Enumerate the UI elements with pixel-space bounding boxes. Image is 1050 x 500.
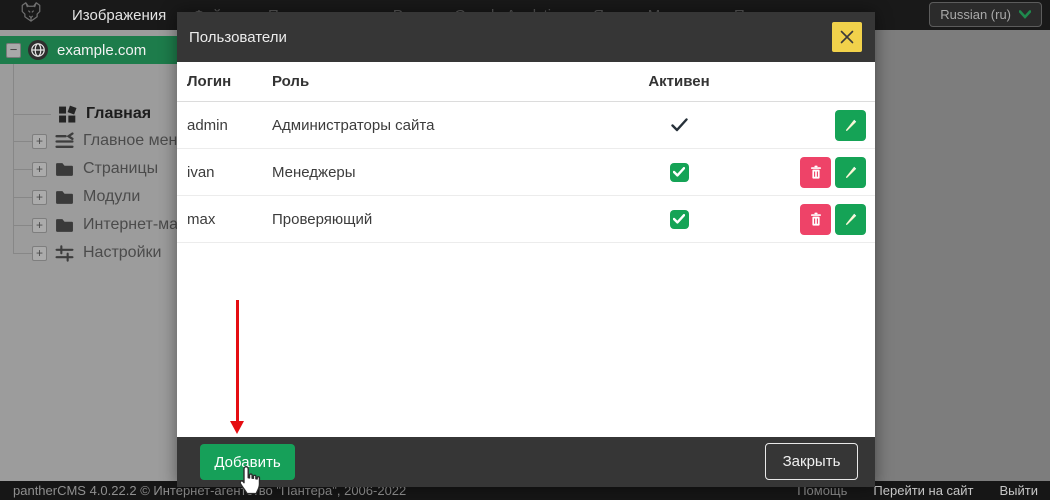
table-row: ivan Менеджеры	[177, 149, 875, 196]
site-name: example.com	[57, 41, 147, 59]
modal-header: Пользователи	[177, 12, 875, 62]
collapse-toggle[interactable]: −	[6, 42, 21, 58]
login-cell: ivan	[187, 163, 215, 181]
tree-item-label: Страницы	[83, 160, 159, 177]
table-row: admin Администраторы сайта	[177, 102, 875, 149]
table-header-row: Логин Роль Активен	[177, 62, 875, 102]
edit-user-button[interactable]	[835, 156, 866, 188]
tree-connector	[13, 197, 33, 198]
role-cell: Администраторы сайта	[272, 116, 435, 134]
role-cell: Менеджеры	[272, 163, 356, 181]
edit-user-button[interactable]	[835, 203, 866, 235]
active-cell	[604, 209, 754, 229]
check-icon	[673, 167, 685, 177]
pencil-icon	[846, 213, 857, 225]
folder-icon	[56, 162, 73, 176]
close-modal-button[interactable]: Закрыть	[765, 443, 858, 480]
tree-item-modules[interactable]: + Модули	[32, 183, 140, 211]
expand-toggle[interactable]: +	[32, 133, 47, 149]
footer-link-goto-site[interactable]: Перейти на сайт	[873, 483, 973, 498]
tree-item-settings[interactable]: + Настройки	[32, 239, 161, 267]
tree-connector	[13, 114, 51, 115]
tree-item-main-menu[interactable]: + Главное меню	[32, 127, 189, 155]
blocks-icon	[59, 105, 77, 123]
tree-connector	[13, 169, 33, 170]
check-icon	[670, 118, 688, 132]
edit-user-button[interactable]	[835, 109, 866, 141]
modal-footer: Добавить Закрыть	[177, 437, 875, 487]
menu-fold-icon	[55, 131, 74, 148]
trash-icon	[810, 165, 821, 179]
expand-toggle[interactable]: +	[32, 189, 47, 205]
close-icon	[840, 30, 854, 44]
modal-title: Пользователи	[189, 28, 287, 46]
tree-connector	[13, 141, 33, 142]
delete-user-button[interactable]	[800, 203, 831, 235]
users-modal: Пользователи Логин Роль Активен admin Ад…	[177, 12, 875, 487]
folder-icon	[56, 190, 73, 204]
tree-item-label: Главная	[86, 105, 152, 122]
sliders-icon	[55, 244, 74, 262]
panther-logo-icon	[21, 2, 41, 22]
expand-toggle[interactable]: +	[32, 217, 47, 233]
role-cell: Проверяющий	[272, 210, 373, 228]
active-cell	[604, 118, 754, 132]
column-header-login: Логин	[187, 73, 232, 90]
column-header-role: Роль	[272, 73, 310, 90]
globe-icon	[28, 40, 48, 60]
modal-close-button[interactable]	[832, 22, 862, 52]
expand-toggle[interactable]: +	[32, 161, 47, 177]
footer-link-logout[interactable]: Выйти	[1000, 483, 1039, 498]
pencil-icon	[846, 166, 857, 178]
tree-connector	[13, 225, 33, 226]
tree-item-pages[interactable]: + Страницы	[32, 155, 158, 183]
active-checkbox[interactable]	[669, 162, 689, 182]
active-checkbox[interactable]	[669, 209, 689, 229]
column-header-active: Активен	[648, 73, 710, 90]
add-user-button[interactable]: Добавить	[200, 444, 295, 480]
users-table: Логин Роль Активен admin Администраторы …	[177, 62, 875, 437]
tree-connector	[13, 253, 33, 254]
tree-item-label: Главное меню	[83, 132, 190, 149]
folder-icon	[56, 218, 73, 232]
language-label: Russian (ru)	[940, 7, 1011, 22]
tree-item-home[interactable]: Главная	[50, 100, 151, 128]
tree-item-label: Модули	[83, 188, 141, 205]
language-select[interactable]: Russian (ru)	[929, 2, 1042, 27]
trash-icon	[810, 212, 821, 226]
row-actions	[754, 109, 866, 141]
chevron-down-icon	[1019, 10, 1031, 19]
check-icon	[673, 214, 685, 224]
row-actions	[754, 203, 866, 235]
table-row: max Проверяющий	[177, 196, 875, 243]
login-cell: max	[187, 210, 216, 228]
login-cell: admin	[187, 116, 228, 134]
delete-user-button[interactable]	[800, 156, 831, 188]
row-actions	[754, 156, 866, 188]
nav-item-images[interactable]: Изображения	[72, 7, 166, 24]
expand-toggle[interactable]: +	[32, 245, 47, 261]
tree-item-label: Настройки	[83, 244, 162, 261]
active-cell	[604, 162, 754, 182]
pencil-icon	[846, 119, 857, 131]
